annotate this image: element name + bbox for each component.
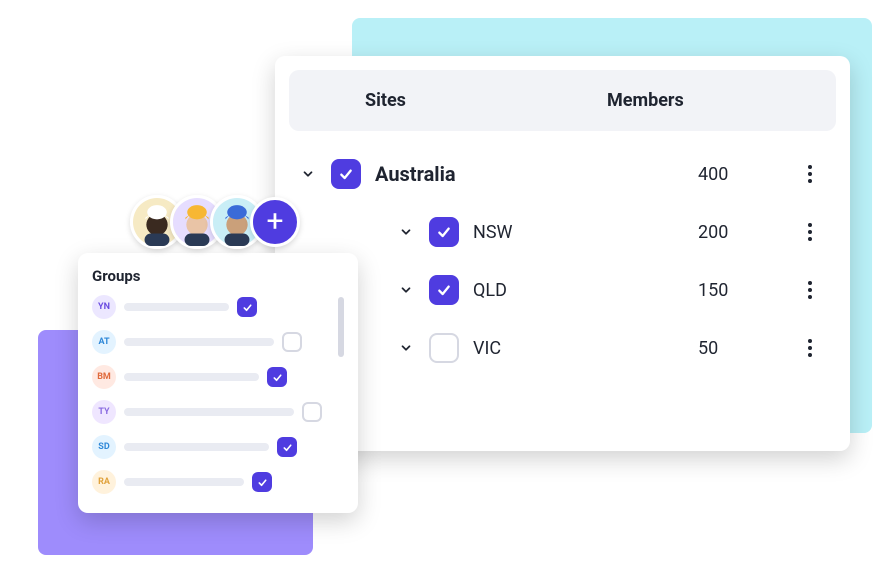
kebab-menu-icon[interactable] — [798, 223, 822, 241]
groups-list: YN AT BM TY SD RA — [92, 295, 344, 494]
group-checkbox[interactable] — [267, 367, 287, 387]
member-initials-avatar: YN — [92, 295, 116, 319]
sites-card: Sites Members Australia400NSW200QLD150VI… — [275, 56, 850, 451]
kebab-menu-icon[interactable] — [798, 281, 822, 299]
scrollbar-thumb[interactable] — [338, 297, 344, 357]
kebab-menu-icon[interactable] — [798, 165, 822, 183]
sites-table-header: Sites Members — [289, 70, 836, 131]
member-count: 150 — [698, 280, 798, 301]
site-name: VIC — [473, 338, 698, 359]
group-checkbox[interactable] — [302, 402, 322, 422]
placeholder-bar — [124, 373, 259, 381]
groups-title: Groups — [92, 267, 344, 285]
table-row: NSW200 — [275, 203, 850, 261]
placeholder-bar — [124, 338, 274, 346]
chevron-down-icon[interactable] — [395, 221, 417, 243]
list-item: RA — [92, 470, 326, 494]
list-item: YN — [92, 295, 326, 319]
member-initials-avatar: BM — [92, 365, 116, 389]
placeholder-bar — [124, 408, 294, 416]
site-name: Australia — [375, 162, 698, 186]
member-initials-avatar: TY — [92, 400, 116, 424]
table-row: VIC50 — [275, 319, 850, 377]
placeholder-bar — [124, 443, 269, 451]
list-item: TY — [92, 400, 326, 424]
list-item: AT — [92, 330, 326, 354]
add-member-button[interactable]: + — [250, 197, 300, 247]
site-checkbox[interactable] — [429, 333, 459, 363]
plus-icon: + — [266, 207, 283, 237]
group-checkbox[interactable] — [277, 437, 297, 457]
group-checkbox[interactable] — [252, 472, 272, 492]
groups-card: Groups YN AT BM TY SD RA — [78, 253, 358, 513]
site-checkbox[interactable] — [429, 275, 459, 305]
chevron-down-icon[interactable] — [297, 163, 319, 185]
site-checkbox[interactable] — [429, 217, 459, 247]
chevron-down-icon[interactable] — [395, 337, 417, 359]
column-header-sites: Sites — [317, 90, 607, 111]
member-count: 50 — [698, 338, 798, 359]
site-checkbox[interactable] — [331, 159, 361, 189]
column-header-members: Members — [607, 90, 684, 111]
member-count: 400 — [698, 164, 798, 185]
group-checkbox[interactable] — [237, 297, 257, 317]
group-checkbox[interactable] — [282, 332, 302, 352]
list-item: BM — [92, 365, 326, 389]
placeholder-bar — [124, 478, 244, 486]
member-count: 200 — [698, 222, 798, 243]
kebab-menu-icon[interactable] — [798, 339, 822, 357]
site-name: QLD — [473, 280, 698, 301]
member-initials-avatar: AT — [92, 330, 116, 354]
avatar-stack: + — [130, 195, 300, 249]
member-initials-avatar: SD — [92, 435, 116, 459]
table-row: QLD150 — [275, 261, 850, 319]
member-initials-avatar: RA — [92, 470, 116, 494]
list-item: SD — [92, 435, 326, 459]
table-row: Australia400 — [275, 145, 850, 203]
placeholder-bar — [124, 303, 229, 311]
site-name: NSW — [473, 222, 698, 243]
chevron-down-icon[interactable] — [395, 279, 417, 301]
